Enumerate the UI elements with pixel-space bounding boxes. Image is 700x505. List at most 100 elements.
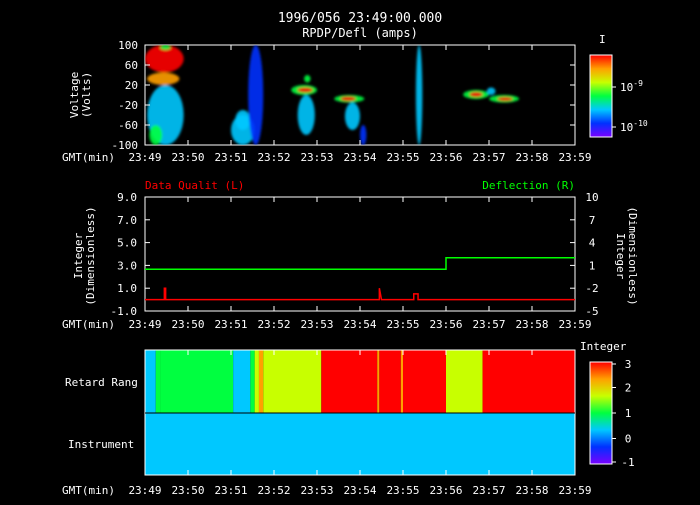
status-segment xyxy=(446,350,483,413)
status-segment xyxy=(482,350,575,413)
status-colorbar xyxy=(589,361,613,465)
x-tick-label: 23:54 xyxy=(343,484,376,497)
figure-svg: 1996/056 23:49:00.000 RPDP/Defl (amps) 1… xyxy=(62,11,648,497)
colorbar-tick-label: 0 xyxy=(625,433,632,446)
y-tick-label-left: 9.0 xyxy=(117,191,137,204)
x-tick-label: 23:49 xyxy=(128,318,161,331)
x-tick-label: 23:55 xyxy=(386,318,419,331)
x-tick-label: 23:53 xyxy=(300,318,333,331)
spectrogram-blob xyxy=(297,87,313,93)
status-segment xyxy=(145,413,575,475)
spectrogram-blob xyxy=(344,102,360,130)
status-segment xyxy=(321,350,378,413)
spectrogram-blob xyxy=(297,95,315,135)
x-tick-label: 23:49 xyxy=(128,151,161,164)
x-tick-label: 23:56 xyxy=(429,318,462,331)
x-tick-label: 23:53 xyxy=(300,151,333,164)
y-tick-label-left: 5.0 xyxy=(117,237,137,250)
status-segment xyxy=(403,350,446,413)
x-tick-label: 23:57 xyxy=(472,318,505,331)
x-tick-label: 23:56 xyxy=(429,151,462,164)
line-y-ticks-left: 9.0 7.0 5.0 3.0 1.0 -1.0 xyxy=(111,191,150,318)
status-panel: Retard Rang Instrument Integer 3 2 1 0 -1 GM… xyxy=(62,340,635,497)
status-segment xyxy=(377,350,380,413)
plot-canvas: 1996/056 23:49:00.000 RPDP/Defl (amps) 1… xyxy=(0,0,700,500)
status-segment xyxy=(263,350,322,413)
x-tick-label: 23:52 xyxy=(257,151,290,164)
line-y-label-left-units: (Dimensionless) xyxy=(84,206,97,305)
legend-data-quality: Data Qualit (L) xyxy=(145,179,244,192)
y-tick-label: -60 xyxy=(118,119,138,132)
y-tick-label: 100 xyxy=(118,39,138,52)
x-tick-label: 23:55 xyxy=(386,151,419,164)
row-label-retard-range: Retard Rang xyxy=(65,376,138,389)
x-tick-label: 23:56 xyxy=(429,484,462,497)
spectrogram-blob xyxy=(248,45,264,145)
colorbar-tick-label: 10-9 xyxy=(620,79,643,94)
spectrogram-frame xyxy=(144,44,576,146)
y-tick-label: -20 xyxy=(118,99,138,112)
line-y-label-right: Integer xyxy=(614,233,627,280)
x-tick-label: 23:50 xyxy=(171,484,204,497)
line-y-label-right-units: (Dimensionless) xyxy=(626,206,639,305)
status-segment xyxy=(258,350,264,413)
spectrogram-blob xyxy=(149,125,163,145)
x-axis-label: GMT(min) xyxy=(62,318,115,331)
status-segment xyxy=(400,350,403,413)
spectrogram-y-label-units: (Volts) xyxy=(80,72,93,118)
status-segment xyxy=(250,350,255,413)
colorbar-tick-exponent: -10 xyxy=(633,119,648,128)
colorbar-tick-label: 3 xyxy=(625,358,632,371)
y-tick-label-right: 7 xyxy=(589,214,596,227)
x-tick-label: 23:51 xyxy=(214,318,247,331)
colorbar-tick-label: 1 xyxy=(625,407,632,420)
y-tick-label-right: -5 xyxy=(585,305,598,318)
y-tick-label-left: -1.0 xyxy=(111,305,138,318)
x-tick-label: 23:59 xyxy=(558,484,591,497)
spectrogram-blob xyxy=(147,72,180,85)
y-tick-label-left: 3.0 xyxy=(117,259,137,272)
x-tick-label: 23:53 xyxy=(300,484,333,497)
spectrogram-panel: 1006020-20-60-100 Voltage (Volts) I 10-9… xyxy=(62,33,648,164)
status-segment xyxy=(155,350,161,413)
spectrogram-blob xyxy=(486,87,496,95)
y-tick-label-right: 10 xyxy=(585,191,598,204)
colorbar-tick-label: 2 xyxy=(625,382,632,395)
spectrogram-blob xyxy=(469,92,483,97)
x-tick-label: 23:52 xyxy=(257,318,290,331)
x-axis-label: GMT(min) xyxy=(62,484,115,497)
spectrogram-colorbar-label: I xyxy=(599,33,606,46)
x-tick-label: 23:59 xyxy=(558,318,591,331)
x-tick-label: 23:54 xyxy=(343,151,376,164)
spectrogram-blob xyxy=(304,75,311,83)
y-tick-label-left: 7.0 xyxy=(117,214,137,227)
y-tick-label-left: 1.0 xyxy=(117,282,137,295)
spectrogram-blob xyxy=(415,45,423,145)
y-tick-label: 60 xyxy=(125,59,138,72)
status-segment xyxy=(379,350,401,413)
x-tick-label: 23:59 xyxy=(558,151,591,164)
colorbar-tick-exponent: -9 xyxy=(633,79,643,88)
spectrogram-colorbar xyxy=(589,54,613,138)
spectrogram-colorbar-ticks: 10-9 10-10 xyxy=(612,79,648,134)
y-tick-label-right: -2 xyxy=(585,282,598,295)
colorbar-tick-label: -1 xyxy=(621,456,634,469)
x-tick-label: 23:49 xyxy=(128,484,161,497)
status-segment xyxy=(145,350,156,413)
line-panel: Data Qualit (L) Deflection (R) 9.0 7.0 5.0… xyxy=(62,179,639,331)
status-segment xyxy=(160,350,234,413)
page-title: 1996/056 23:49:00.000 xyxy=(278,11,442,26)
y-tick-label: 20 xyxy=(125,79,138,92)
spectrogram-blob xyxy=(340,96,356,101)
status-segment xyxy=(233,350,251,413)
status-segment xyxy=(254,350,259,413)
x-tick-label: 23:50 xyxy=(171,151,204,164)
spectrogram-blob xyxy=(160,45,171,50)
y-tick-label-right: 1 xyxy=(589,259,596,272)
legend-deflection: Deflection (R) xyxy=(482,179,575,192)
x-tick-label: 23:55 xyxy=(386,484,419,497)
x-tick-label: 23:58 xyxy=(515,151,548,164)
x-tick-label: 23:54 xyxy=(343,318,376,331)
x-tick-label: 23:57 xyxy=(472,151,505,164)
x-tick-label: 23:51 xyxy=(214,484,247,497)
